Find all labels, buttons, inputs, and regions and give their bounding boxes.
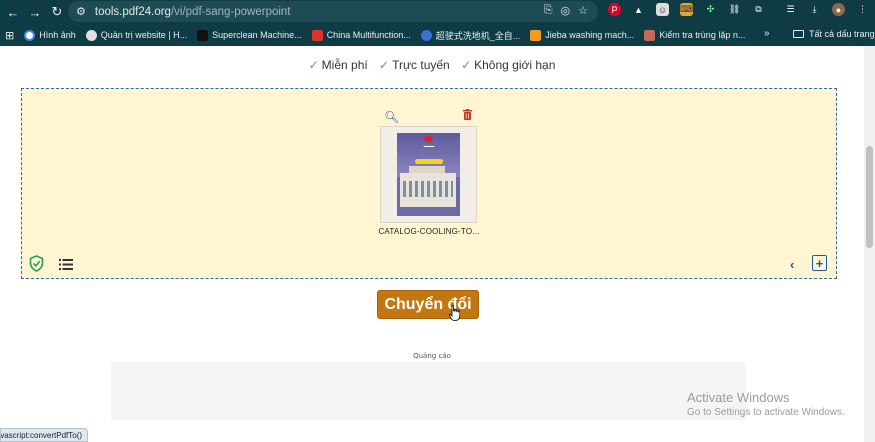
file-name: CATALOG-COOLING-TO... xyxy=(378,227,480,236)
bookmarks-overflow-button[interactable]: » xyxy=(764,28,770,39)
check-icon: ✓ xyxy=(379,58,390,72)
x-favicon xyxy=(197,29,209,41)
gear-extension-icon[interactable]: ✣ xyxy=(704,3,717,16)
bookmark-favicon xyxy=(24,29,36,41)
browser-toolbar: ← → ↻ ⚙ tools.pdf24.org/vi/pdf-sang-powe… xyxy=(0,0,875,24)
file-thumbnail[interactable]: ▬▬▬ xyxy=(380,126,477,223)
add-file-icon[interactable]: + xyxy=(812,255,827,271)
shield-check-icon[interactable] xyxy=(29,255,44,272)
all-bookmarks-button[interactable]: Tất cả dấu trang xyxy=(793,29,875,39)
media-icon[interactable]: ☰ xyxy=(784,3,797,16)
windows-activation-watermark: Activate Windows Go to Settings to activ… xyxy=(687,390,845,418)
pdf-page-preview: ▬▬▬ xyxy=(397,133,460,216)
bookmark-item[interactable]: Hình ảnh xyxy=(24,29,76,41)
tracking-protection-icon[interactable]: ◎ xyxy=(561,4,571,17)
bookmarks-bar: ⊞ Hình ảnh Quản trị website | H... Super… xyxy=(0,24,875,46)
link-status-bar: javascript:convertPdfTo() xyxy=(0,428,89,442)
apps-grid-icon[interactable]: ⊞ xyxy=(5,29,14,42)
chevron-left-icon[interactable]: ‹ xyxy=(790,257,794,272)
profile-extension-icon[interactable]: ☺ xyxy=(656,3,669,16)
bookmark-star-icon[interactable]: ☆ xyxy=(578,4,588,17)
bookmark-label: China Multifunction... xyxy=(326,30,411,40)
site-info-icon[interactable]: ⚙ xyxy=(76,5,86,18)
download-icon[interactable]: ⤓ xyxy=(808,3,821,16)
bookmark-favicon xyxy=(311,29,323,41)
page-scrollbar[interactable] xyxy=(864,46,875,442)
folder-icon xyxy=(793,30,804,38)
keyboard-extension-icon[interactable]: ⌨ xyxy=(680,3,693,16)
bookmark-label: Jieba washing mach... xyxy=(545,30,635,40)
bookmark-item[interactable]: 超驶式洗地机_全自... xyxy=(420,29,521,42)
bookmark-label: Quản trị website | H... xyxy=(100,30,188,40)
feature-item: ✓ Trực tuyến xyxy=(379,58,450,72)
bookmark-favicon xyxy=(530,29,542,41)
check-icon: ✓ xyxy=(308,58,319,72)
bookmark-favicon xyxy=(420,29,432,41)
convert-button[interactable]: Chuyển đổi xyxy=(377,290,479,319)
watermark-subtitle: Go to Settings to activate Windows. xyxy=(687,407,845,418)
feature-item: ✓ Không giới hạn xyxy=(461,58,555,72)
bookmark-label: Hình ảnh xyxy=(39,30,76,40)
feature-label: Không giới hạn xyxy=(474,58,556,72)
bookmark-item[interactable]: Quản trị website | H... xyxy=(85,29,188,41)
feature-item: ✓ Miễn phí xyxy=(309,58,368,72)
delete-file-icon[interactable] xyxy=(463,109,472,120)
bookmark-label: Kiểm tra trùng lặp n... xyxy=(659,30,746,40)
install-app-icon[interactable]: ⎘ xyxy=(544,4,553,17)
mountain-extension-icon[interactable]: ▲ xyxy=(632,3,645,16)
back-icon[interactable]: ← xyxy=(2,1,24,23)
status-url: javascript:convertPdfTo() xyxy=(0,430,83,440)
url-path: /vi/pdf-sang-powerpoint xyxy=(170,5,291,18)
check-icon: ✓ xyxy=(461,58,472,72)
feature-label: Miễn phí xyxy=(321,58,368,72)
bookmark-item[interactable]: Kiểm tra trùng lặp n... xyxy=(644,29,746,41)
link-extension-icon[interactable]: ⛓ xyxy=(728,3,741,16)
bookmark-item[interactable]: Jieba washing mach... xyxy=(530,29,635,41)
bookmark-favicon xyxy=(644,29,656,41)
preview-graphic: ▬▬▬ xyxy=(423,144,435,148)
puzzle-extensions-icon[interactable]: ⧉ xyxy=(752,3,765,16)
file-dropzone[interactable]: 🔍︎ ▬▬▬ CATALOG-COOLING-TO... ‹ + xyxy=(21,88,837,279)
feature-list: ✓ Miễn phí ✓ Trực tuyến ✓ Không giới hạn xyxy=(0,58,864,72)
bookmark-item[interactable]: Superclean Machine... xyxy=(197,29,302,41)
ad-slot xyxy=(111,362,746,420)
hand-cursor-icon xyxy=(449,305,460,321)
feature-label: Trực tuyến xyxy=(392,58,450,72)
bookmark-item[interactable]: China Multifunction... xyxy=(311,29,411,41)
profile-avatar[interactable]: ● xyxy=(832,3,845,16)
bookmark-favicon xyxy=(85,29,97,41)
address-bar[interactable]: ⚙ tools.pdf24.org/vi/pdf-sang-powerpoint… xyxy=(68,1,598,22)
zoom-preview-icon[interactable]: 🔍︎ xyxy=(384,110,399,124)
pinterest-extension-icon[interactable]: P xyxy=(608,3,621,16)
menu-icon[interactable]: ⋮ xyxy=(856,3,869,16)
url-host: tools.pdf24.org xyxy=(94,5,171,18)
list-view-icon[interactable] xyxy=(59,259,73,270)
all-bookmarks-label: Tất cả dấu trang xyxy=(809,29,875,39)
bookmark-label: 超驶式洗地机_全自... xyxy=(435,30,521,41)
watermark-title: Activate Windows xyxy=(687,390,790,405)
forward-icon[interactable]: → xyxy=(24,1,46,23)
bookmark-label: Superclean Machine... xyxy=(212,30,302,40)
scrollbar-thumb[interactable] xyxy=(866,146,873,248)
reload-icon[interactable]: ↻ xyxy=(46,1,68,23)
ad-label: Quảng cáo xyxy=(413,352,451,360)
